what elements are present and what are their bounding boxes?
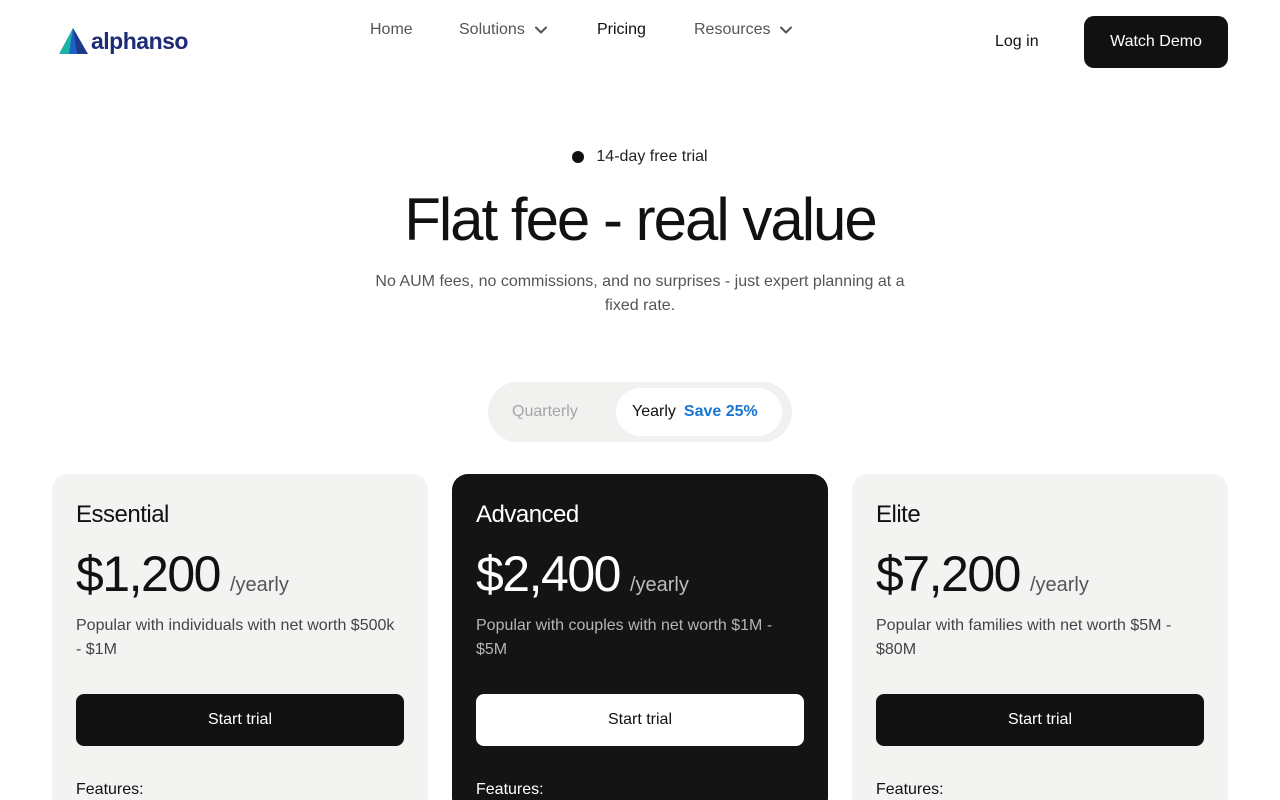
plan-name: Advanced [476,501,579,528]
plan-description: Popular with families with net worth $5M… [876,617,1172,658]
chevron-down-icon [534,26,547,34]
brand-logo[interactable]: alphanso [59,27,188,55]
plan-card-essential: Essential $1,200 /yearly Popular with in… [52,474,428,800]
nav-item-label: Resources [694,21,771,38]
plan-description: Popular with individuals with net worth … [76,617,395,658]
plan-name: Elite [876,501,921,528]
watch-demo-button[interactable]: Watch Demo [1084,16,1228,68]
plan-period: /yearly [629,574,689,596]
triangle-logo-icon [59,28,88,54]
dot-icon [572,151,585,163]
plan-name: Essential [76,501,169,528]
plan-price: $1,200 [76,546,221,602]
page-subtitle: No AUM fees, no commissions, and no surp… [375,273,905,314]
toggle-yearly-label: Yearly [632,403,676,420]
brand-name: alphanso [91,28,188,54]
nav-item-label: Solutions [459,21,525,38]
nav-item-resources[interactable]: Resources [694,18,793,42]
plan-period: /yearly [229,574,289,596]
billing-toggle: Quarterly Yearly Save 25% [488,382,792,442]
nav-item-label: Home [370,21,413,38]
start-trial-button[interactable]: Start trial [876,694,1204,746]
features-heading: Features: [876,781,944,798]
plan-price: $7,200 [876,546,1021,602]
plan-price-row: $2,400 /yearly [476,544,689,604]
toggle-yearly[interactable]: Yearly Save 25% [616,388,782,436]
save-badge: Save 25% [683,403,758,420]
nav-item-home[interactable]: Home [370,18,413,42]
nav-item-solutions[interactable]: Solutions [459,18,547,42]
plan-price: $2,400 [476,546,621,602]
plan-card-elite: Elite $7,200 /yearly Popular with famili… [852,474,1228,800]
plan-price-row: $1,200 /yearly [76,544,289,604]
plan-description: Popular with couples with net worth $1M … [476,617,773,658]
nav-item-label: Pricing [597,21,646,38]
login-link[interactable]: Log in [995,30,1039,54]
toggle-quarterly[interactable]: Quarterly [512,400,578,424]
page-title: Flat fee - real value [404,186,878,253]
site-header: alphanso Home Solutions Pricing Resource… [0,0,1280,84]
chevron-down-icon [780,26,793,34]
plan-period: /yearly [1029,574,1089,596]
trial-badge: 14-day free trial [0,148,1280,166]
start-trial-button[interactable]: Start trial [76,694,404,746]
plan-card-advanced: Advanced $2,400 /yearly Popular with cou… [452,474,828,800]
features-heading: Features: [76,781,144,798]
features-heading: Features: [476,781,544,798]
start-trial-button[interactable]: Start trial [476,694,804,746]
nav-item-pricing[interactable]: Pricing [597,18,646,42]
plan-price-row: $7,200 /yearly [876,544,1089,604]
trial-badge-label: 14-day free trial [596,148,708,165]
